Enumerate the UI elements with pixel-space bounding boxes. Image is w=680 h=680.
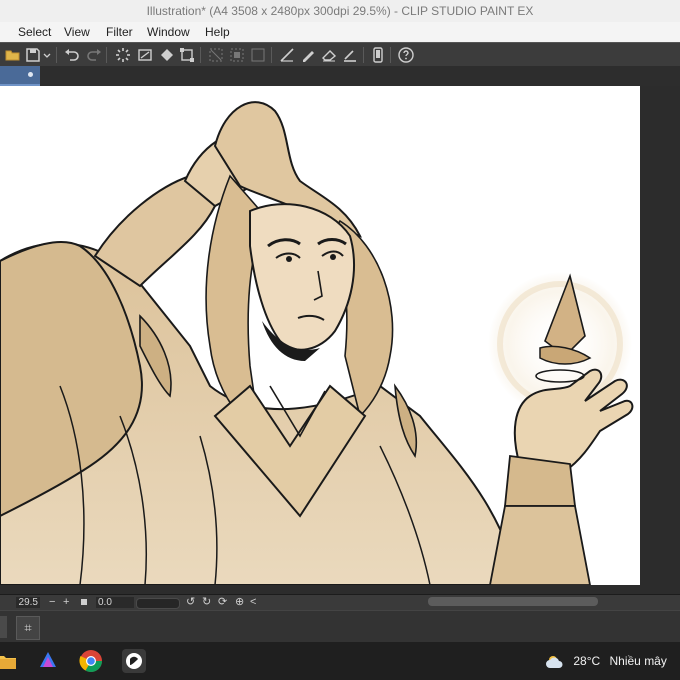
clear-icon[interactable]	[136, 46, 154, 64]
toolbar-divider	[363, 47, 364, 63]
redo-icon[interactable]	[85, 46, 103, 64]
document-tab-strip	[0, 66, 680, 86]
menu-help[interactable]: Help	[205, 25, 230, 39]
loading-spinner-icon[interactable]	[114, 46, 132, 64]
menu-view[interactable]: View	[64, 25, 90, 39]
device-icon[interactable]	[369, 46, 387, 64]
save-icon[interactable]	[24, 46, 42, 64]
weather-widget[interactable]: 28°C Nhiều mây	[546, 654, 667, 669]
undo-icon[interactable]	[63, 46, 81, 64]
weather-temperature: 28°C	[573, 654, 601, 668]
zoom-value[interactable]: 29.5	[16, 597, 40, 608]
eraser-icon[interactable]	[320, 46, 338, 64]
pen-icon[interactable]	[299, 46, 317, 64]
toolbar-divider	[271, 47, 272, 63]
toolbar-divider	[200, 47, 201, 63]
lower-panel: ⌗	[0, 610, 680, 643]
chrome-icon[interactable]	[79, 649, 103, 673]
reset-rotation-button[interactable]: ⟳	[218, 596, 227, 609]
zoom-in-button[interactable]: +	[63, 596, 69, 609]
cloudy-weather-icon	[546, 655, 566, 669]
toolbar-divider	[106, 47, 107, 63]
weather-condition: Nhiều mây	[609, 654, 667, 668]
deselect-icon[interactable]	[207, 46, 225, 64]
show-selection-icon[interactable]	[249, 46, 267, 64]
window-title: Illustration* (A4 3508 x 2480px 300dpi 2…	[146, 4, 534, 18]
toolbar-divider	[56, 47, 57, 63]
copilot-icon[interactable]	[36, 649, 60, 673]
rotation-slider[interactable]	[136, 598, 180, 609]
menu-bar: Select View Filter Window Help	[0, 22, 680, 42]
illustration-artwork	[0, 101, 634, 585]
rotation-angle-value[interactable]: 0.0	[96, 597, 134, 608]
zoom-out-button[interactable]: −	[49, 596, 55, 609]
file-explorer-icon[interactable]	[0, 649, 18, 673]
menu-filter[interactable]: Filter	[106, 25, 133, 39]
scroll-left-arrow[interactable]: <	[250, 596, 256, 609]
toolbar-divider	[390, 47, 391, 63]
menu-window[interactable]: Window	[147, 25, 190, 39]
menu-select[interactable]: Select	[18, 25, 51, 39]
chevron-down-icon[interactable]	[42, 46, 52, 64]
navigator-button[interactable]: ⌗	[16, 616, 40, 640]
document-tab[interactable]	[0, 66, 40, 86]
clip-studio-paint-icon[interactable]	[122, 649, 146, 673]
command-bar	[0, 42, 680, 68]
rotate-right-button[interactable]: ↻	[202, 596, 211, 609]
panel-edge	[0, 616, 7, 638]
open-file-icon[interactable]	[4, 46, 22, 64]
stroke-icon[interactable]	[341, 46, 359, 64]
fill-icon[interactable]	[158, 46, 176, 64]
taskbar: 28°C Nhiều mây	[0, 642, 680, 680]
transform-icon[interactable]	[178, 46, 196, 64]
close-tab-icon[interactable]	[28, 72, 33, 77]
help-icon[interactable]	[397, 46, 415, 64]
horizontal-scrollbar-thumb[interactable]	[428, 597, 598, 606]
drawing-canvas[interactable]	[0, 86, 640, 585]
flip-button[interactable]: ⊕	[235, 596, 244, 609]
invert-selection-icon[interactable]	[228, 46, 246, 64]
title-bar: Illustration* (A4 3508 x 2480px 300dpi 2…	[0, 0, 680, 22]
rotate-left-button[interactable]: ↺	[186, 596, 195, 609]
ruler-icon[interactable]	[278, 46, 296, 64]
